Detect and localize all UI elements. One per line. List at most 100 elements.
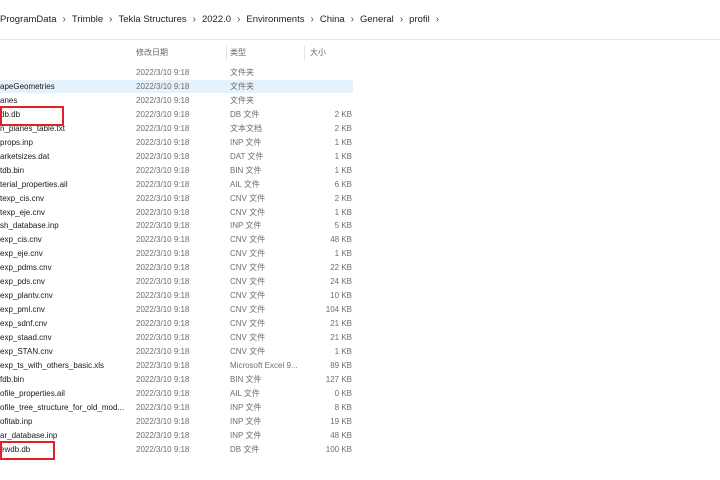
file-name: exp_pml.cnv: [0, 305, 45, 315]
file-name: exp_cis.cnv: [0, 235, 42, 245]
file-row[interactable]: texp_eje.cnv 2022/3/10 9:18 CNV 文件 1 KB: [0, 206, 353, 219]
file-row[interactable]: ar_database.inp 2022/3/10 9:18 INP 文件 48 KB: [0, 429, 353, 442]
file-row[interactable]: 2022/3/10 9:18 文件夹: [0, 66, 353, 79]
file-type: INP 文件: [230, 221, 262, 231]
file-date: 2022/3/10 9:18: [136, 360, 190, 370]
file-size: 22 KB: [330, 263, 352, 273]
file-date: 2022/3/10 9:18: [136, 291, 190, 301]
breadcrumb-item[interactable]: ProgramData: [0, 14, 62, 25]
file-row[interactable]: arketsizes.dat 2022/3/10 9:18 DAT 文件 1 KB: [0, 150, 353, 163]
file-date: 2022/3/10 9:18: [136, 221, 190, 231]
breadcrumb-chevron-icon[interactable]: ›: [435, 14, 440, 25]
file-name: sh_database.inp: [0, 221, 59, 231]
file-date: 2022/3/10 9:18: [136, 416, 190, 426]
file-size: 2 KB: [334, 193, 352, 203]
file-type: 文件夹: [230, 81, 254, 91]
file-name: ofitab.inp: [0, 416, 33, 426]
file-name: props.inp: [0, 137, 33, 147]
file-date: 2022/3/10 9:18: [136, 249, 190, 259]
file-name: apeGeometries: [0, 81, 55, 91]
file-date: 2022/3/10 9:18: [136, 123, 190, 133]
file-date: 2022/3/10 9:18: [136, 402, 190, 412]
file-date: 2022/3/10 9:18: [136, 235, 190, 245]
file-row[interactable]: ofitab.inp 2022/3/10 9:18 INP 文件 19 KB: [0, 415, 353, 428]
file-row[interactable]: exp_plantv.cnv 2022/3/10 9:18 CNV 文件 10 KB: [0, 289, 353, 302]
column-divider[interactable]: [304, 46, 305, 60]
breadcrumb-item[interactable]: profil: [404, 14, 435, 25]
file-row[interactable]: props.inp 2022/3/10 9:18 INP 文件 1 KB: [0, 136, 353, 149]
file-type: CNV 文件: [230, 277, 266, 287]
file-row[interactable]: exp_sdnf.cnv 2022/3/10 9:18 CNV 文件 21 KB: [0, 317, 353, 330]
file-size: 8 KB: [334, 402, 352, 412]
breadcrumb-item[interactable]: China: [315, 14, 350, 25]
column-divider[interactable]: [226, 46, 227, 60]
file-name: exp_plantv.cnv: [0, 291, 53, 301]
file-row[interactable]: ofile_tree_structure_for_old_mod... 2022/…: [0, 401, 353, 414]
file-size: 89 KB: [330, 360, 352, 370]
breadcrumb-item[interactable]: Trimble: [67, 14, 108, 25]
file-row[interactable]: fdb.bin 2022/3/10 9:18 BIN 文件 127 KB: [0, 373, 353, 386]
file-type: BIN 文件: [230, 165, 262, 175]
file-row[interactable]: anes 2022/3/10 9:18 文件夹: [0, 94, 353, 107]
file-type: 文本文档: [230, 123, 262, 133]
file-date: 2022/3/10 9:18: [136, 165, 190, 175]
file-type: CNV 文件: [230, 207, 266, 217]
file-date: 2022/3/10 9:18: [136, 277, 190, 287]
file-size: 48 KB: [330, 235, 352, 245]
file-row[interactable]: exp_ts_with_others_basic.xls 2022/3/10 9:…: [0, 359, 353, 372]
file-name: ofile_properties.ail: [0, 388, 65, 398]
file-row[interactable]: apeGeometries 2022/3/10 9:18 文件夹: [0, 79, 353, 93]
file-type: CNV 文件: [230, 319, 266, 329]
column-header-type[interactable]: 类型: [230, 47, 246, 58]
file-row[interactable]: exp_STAN.cnv 2022/3/10 9:18 CNV 文件 1 KB: [0, 345, 353, 358]
file-size: 1 KB: [334, 347, 352, 356]
file-size: 2 KB: [334, 109, 352, 119]
file-row[interactable]: sh_database.inp 2022/3/10 9:18 INP 文件 5 KB: [0, 219, 353, 232]
file-date: 2022/3/10 9:18: [136, 95, 190, 105]
file-date: 2022/3/10 9:18: [136, 151, 190, 161]
file-type: INP 文件: [230, 402, 262, 412]
file-type: DB 文件: [230, 444, 260, 454]
file-type: INP 文件: [230, 137, 262, 147]
file-size: 6 KB: [334, 179, 352, 189]
file-row[interactable]: exp_pds.cnv 2022/3/10 9:18 CNV 文件 24 KB: [0, 275, 353, 288]
file-name: exp_pds.cnv: [0, 277, 45, 287]
file-name: terial_properties.ail: [0, 179, 68, 189]
file-name: texp_eje.cnv: [0, 207, 45, 217]
column-header-size[interactable]: 大小: [310, 47, 326, 58]
breadcrumb-item[interactable]: General: [355, 14, 399, 25]
file-row[interactable]: exp_eje.cnv 2022/3/10 9:18 CNV 文件 1 KB: [0, 247, 353, 260]
file-date: 2022/3/10 9:18: [136, 319, 190, 329]
file-row[interactable]: tdb.bin 2022/3/10 9:18 BIN 文件 1 KB: [0, 164, 353, 177]
file-type: DAT 文件: [230, 151, 264, 161]
column-headers: 修改日期 类型 大小: [0, 45, 720, 61]
file-row[interactable]: exp_cis.cnv 2022/3/10 9:18 CNV 文件 48 KB: [0, 233, 353, 246]
file-name: texp_cis.cnv: [0, 193, 45, 203]
file-type: 文件夹: [230, 68, 254, 77]
file-date: 2022/3/10 9:18: [136, 347, 190, 356]
file-date: 2022/3/10 9:18: [136, 207, 190, 217]
file-size: 21 KB: [330, 319, 352, 329]
column-header-date[interactable]: 修改日期: [136, 47, 168, 58]
file-type: Microsoft Excel 9...: [230, 360, 298, 370]
file-type: 文件夹: [230, 95, 254, 105]
file-row[interactable]: exp_pdms.cnv 2022/3/10 9:18 CNV 文件 22 KB: [0, 261, 353, 274]
file-name: arketsizes.dat: [0, 151, 50, 161]
file-row[interactable]: ofile_properties.ail 2022/3/10 9:18 AIL 文件…: [0, 387, 353, 400]
file-size: 104 KB: [325, 305, 352, 315]
file-date: 2022/3/10 9:18: [136, 444, 190, 454]
file-date: 2022/3/10 9:18: [136, 333, 190, 343]
file-name: tdb.bin: [0, 165, 25, 175]
breadcrumb-item[interactable]: Environments: [241, 14, 309, 25]
file-date: 2022/3/10 9:18: [136, 137, 190, 147]
file-type: INP 文件: [230, 430, 262, 440]
breadcrumb-item[interactable]: 2022.0: [197, 14, 236, 25]
file-row[interactable]: texp_cis.cnv 2022/3/10 9:18 CNV 文件 2 KB: [0, 192, 353, 205]
breadcrumb-item[interactable]: Tekla Structures: [114, 14, 192, 25]
file-row[interactable]: exp_pml.cnv 2022/3/10 9:18 CNV 文件 104 KB: [0, 303, 353, 316]
red-highlight-box: [0, 106, 64, 126]
file-date: 2022/3/10 9:18: [136, 81, 190, 91]
file-row[interactable]: exp_staad.cnv 2022/3/10 9:18 CNV 文件 21 KB: [0, 331, 353, 344]
file-name: exp_pdms.cnv: [0, 263, 52, 273]
file-row[interactable]: terial_properties.ail 2022/3/10 9:18 AIL 文…: [0, 178, 353, 191]
